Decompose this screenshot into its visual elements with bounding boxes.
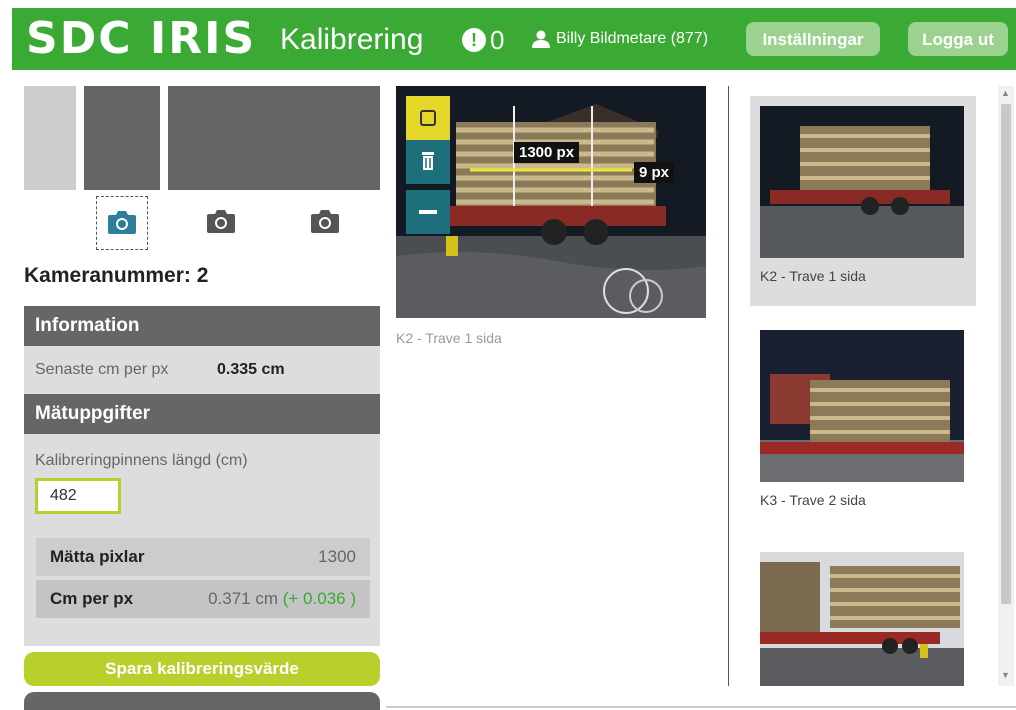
gallery-thumbnail-3: [760, 552, 964, 686]
alert-icon: !: [462, 28, 486, 52]
select-tool-button[interactable]: [406, 96, 450, 140]
measured-pixels-row: Mätta pixlar 1300: [36, 538, 370, 576]
gallery-thumbnail-1: [760, 106, 964, 258]
camera-select-2[interactable]: [96, 196, 148, 250]
page-title: Kalibrering: [280, 23, 424, 56]
user-icon: [532, 30, 550, 48]
alert-indicator[interactable]: ! 0: [462, 24, 504, 56]
main-image-caption: K2 - Trave 1 sida: [396, 330, 502, 346]
gallery-item-2[interactable]: K3 - Trave 2 sida: [750, 330, 976, 520]
scroll-down-icon[interactable]: ▼: [1001, 670, 1010, 680]
next-button-partial[interactable]: [24, 692, 380, 710]
information-section: Information Senaste cm per px 0.335 cm: [24, 306, 380, 394]
camera-icon: [108, 211, 136, 234]
gallery-caption-2: K3 - Trave 2 sida: [760, 492, 866, 508]
gallery-caption-1: K2 - Trave 1 sida: [760, 268, 866, 284]
minus-icon: [419, 210, 437, 214]
alert-count: 0: [490, 25, 505, 55]
information-title: Information: [24, 306, 380, 346]
cm-per-px-row: Cm per px 0.371 cm (+ 0.036 ): [36, 580, 370, 618]
scrollbar-thumb[interactable]: [1001, 104, 1011, 604]
app-logo: SDC IRIS: [26, 13, 257, 64]
user-name: Billy Bildmetare (877): [556, 30, 709, 47]
camera-select-4[interactable]: [300, 196, 350, 248]
trash-icon: [422, 152, 434, 170]
measure-thickness-label: 9 px: [634, 162, 675, 183]
measured-pixels-value: 1300: [318, 547, 356, 566]
measure-length-label: 1300 px: [514, 142, 580, 163]
top-bar: SDC IRIS Kalibrering ! 0 Billy Bildmetar…: [12, 8, 1016, 70]
camera-number-label: Kameranummer: 2: [24, 264, 209, 287]
camera-preview-2[interactable]: [84, 86, 160, 190]
divider: [728, 86, 729, 686]
settings-button[interactable]: Inställningar: [746, 22, 880, 56]
cm-per-px-value: 0.371 cm: [208, 589, 279, 608]
cm-per-px-label: Cm per px: [50, 589, 134, 608]
camera-preview-1[interactable]: [24, 86, 76, 190]
cm-per-px-delta: (+ 0.036 ): [282, 589, 356, 608]
zoom-out-button[interactable]: [406, 190, 450, 234]
tasks-title: Mätuppgifter: [24, 394, 380, 434]
latest-cm-per-px-label: Senaste cm per px: [35, 361, 169, 378]
gallery-item-1[interactable]: K2 - Trave 1 sida: [750, 96, 976, 306]
bottom-divider: [386, 706, 1016, 708]
pin-length-label: Kalibreringpinnens längd (cm): [35, 452, 248, 469]
measured-pixels-label: Mätta pixlar: [50, 547, 145, 566]
logout-button[interactable]: Logga ut: [908, 22, 1008, 56]
latest-cm-per-px-value: 0.335 cm: [217, 361, 285, 378]
scroll-up-icon[interactable]: ▲: [1001, 88, 1010, 98]
delete-tool-button[interactable]: [406, 140, 450, 184]
camera-preview-3[interactable]: [168, 86, 380, 190]
save-calibration-button[interactable]: Spara kalibreringsvärde: [24, 652, 380, 686]
gallery-thumbnail-2: [760, 330, 964, 482]
camera-icon: [207, 210, 235, 233]
gallery-item-3[interactable]: [750, 552, 976, 686]
user-info: Billy Bildmetare (877): [532, 28, 708, 50]
camera-select-3[interactable]: [196, 196, 246, 248]
square-icon: [420, 110, 436, 126]
pin-length-input[interactable]: [35, 478, 121, 514]
camera-icon: [311, 210, 339, 233]
